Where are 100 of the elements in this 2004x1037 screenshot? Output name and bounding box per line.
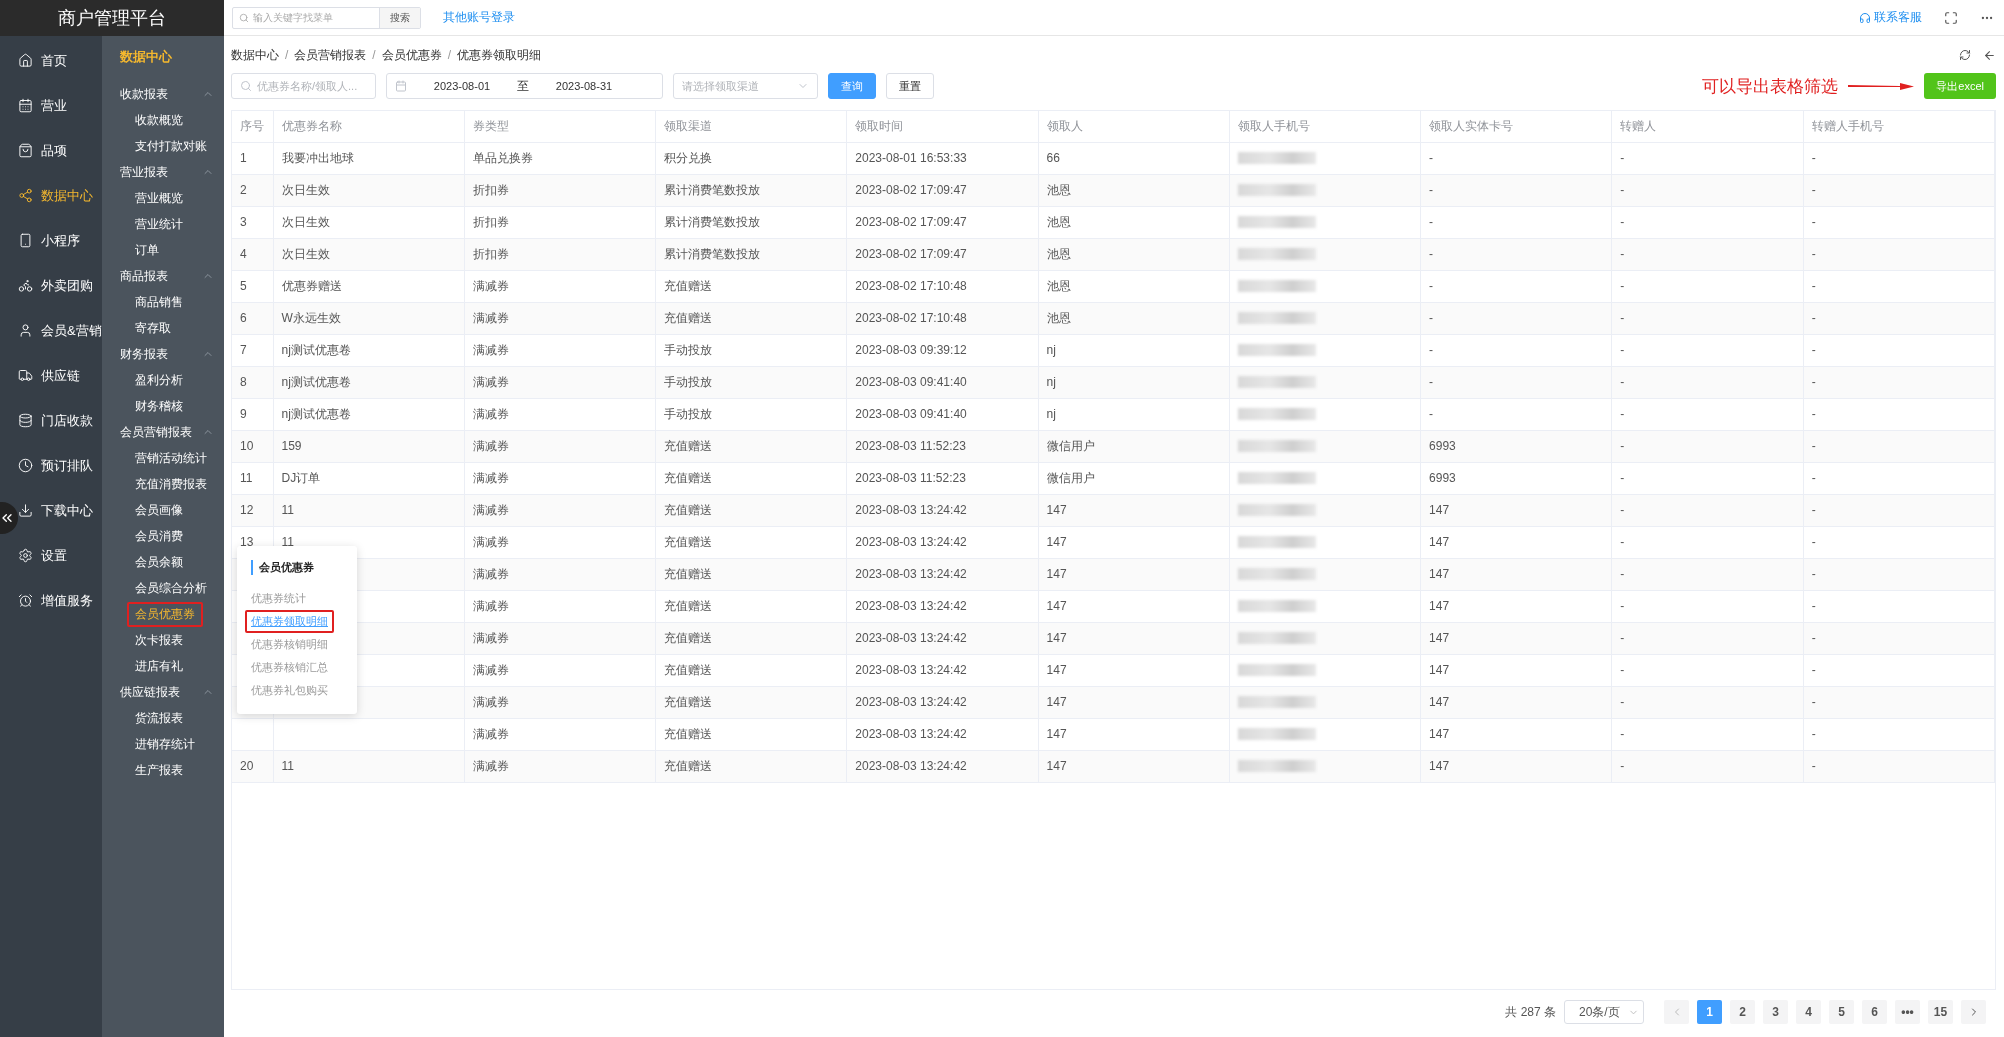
menu-group[interactable]: 供应链报表 bbox=[102, 679, 224, 705]
breadcrumb-item[interactable]: 会员优惠券 bbox=[381, 46, 442, 64]
user-icon bbox=[18, 323, 33, 338]
menu-item[interactable]: 盈利分析 bbox=[127, 367, 191, 393]
table-cell: - bbox=[1811, 439, 1816, 453]
calendar-icon bbox=[395, 80, 407, 92]
table-cell: 充值赠送 bbox=[664, 502, 713, 517]
nav-item[interactable]: 外卖团购 bbox=[18, 263, 102, 308]
nav-item[interactable]: 预订排队 bbox=[18, 443, 102, 488]
column-header: 优惠券名称 bbox=[273, 111, 465, 142]
table-cell: 147 bbox=[1429, 759, 1450, 773]
table-cell: 满减券 bbox=[472, 310, 509, 325]
menu-group[interactable]: 收款报表 bbox=[102, 81, 224, 107]
nav-item[interactable]: 品项 bbox=[18, 128, 102, 173]
table-cell: 满减券 bbox=[472, 374, 509, 389]
page-button[interactable]: ••• bbox=[1895, 1000, 1920, 1024]
menu-search-field[interactable]: 输入关键字找菜单 搜索 bbox=[232, 6, 421, 29]
table-cell: 充值赠送 bbox=[664, 566, 713, 581]
menu-item[interactable]: 支付打款对账 bbox=[127, 133, 215, 159]
menu-group[interactable]: 财务报表 bbox=[102, 341, 224, 367]
menu-item[interactable]: 进店有礼 bbox=[127, 653, 191, 679]
menu-item[interactable]: 充值消费报表 bbox=[127, 471, 215, 497]
menu-item[interactable]: 寄存取 bbox=[127, 315, 179, 341]
table-cell: 次日生效 bbox=[281, 214, 330, 229]
menu-item[interactable]: 会员消费 bbox=[127, 523, 191, 549]
nav-item[interactable]: 数据中心 bbox=[18, 173, 102, 218]
back-arrow-icon[interactable] bbox=[1983, 48, 1996, 62]
reset-button[interactable]: 重置 bbox=[886, 73, 934, 99]
date-range-field[interactable]: 2023-08-01 至 2023-08-31 bbox=[386, 73, 663, 99]
table-cell: - bbox=[1620, 663, 1625, 677]
breadcrumb-item[interactable]: 会员营销报表 bbox=[294, 46, 367, 64]
nav-item[interactable]: 下载中心 bbox=[18, 488, 102, 533]
page-button[interactable]: 5 bbox=[1829, 1000, 1854, 1024]
section-title: 数据中心 bbox=[119, 48, 173, 66]
menu-item[interactable]: 商品销售 bbox=[127, 289, 191, 315]
nav-item[interactable]: 设置 bbox=[18, 533, 102, 578]
table-cell: 2023-08-03 09:41:40 bbox=[855, 375, 967, 389]
breadcrumb-item[interactable]: 优惠券领取明细 bbox=[457, 46, 542, 64]
menu-item[interactable]: 会员画像 bbox=[127, 497, 191, 523]
table-cell: - bbox=[1811, 279, 1816, 293]
nav-item[interactable]: 门店收款 bbox=[18, 398, 102, 443]
menu-item[interactable]: 次卡报表 bbox=[127, 627, 191, 653]
menu-group[interactable]: 营业报表 bbox=[102, 159, 224, 185]
column-header: 领取人实体卡号 bbox=[1420, 111, 1612, 142]
page-button[interactable]: 3 bbox=[1763, 1000, 1788, 1024]
page-button[interactable]: 4 bbox=[1796, 1000, 1821, 1024]
nav-item[interactable]: 增值服务 bbox=[18, 578, 102, 623]
table-cell: 积分兑换 bbox=[664, 150, 713, 165]
table-cell: 充值赠送 bbox=[664, 278, 713, 293]
table-cell: 2023-08-03 09:41:40 bbox=[855, 407, 967, 421]
nav-item[interactable]: 供应链 bbox=[18, 353, 102, 398]
table-cell: 折扣券 bbox=[472, 182, 509, 197]
table-cell: 1 bbox=[240, 151, 247, 165]
table-cell: 159 bbox=[281, 439, 302, 453]
menu-item[interactable]: 营销活动统计 bbox=[127, 445, 215, 471]
support-link[interactable]: 联系客服 bbox=[1859, 9, 1922, 26]
table-cell: - bbox=[1811, 151, 1816, 165]
table-cell: 折扣券 bbox=[472, 246, 509, 261]
table-cell: 2023-08-02 17:09:47 bbox=[855, 247, 967, 261]
menu-group[interactable]: 会员营销报表 bbox=[102, 419, 224, 445]
menu-item[interactable]: 营业概览 bbox=[127, 185, 191, 211]
table-cell: 2023-08-03 11:52:23 bbox=[855, 439, 966, 453]
menu-item[interactable]: 营业统计 bbox=[127, 211, 191, 237]
menu-item[interactable]: 进销存统计 bbox=[127, 731, 203, 757]
table-cell: 充值赠送 bbox=[664, 662, 713, 677]
menu-item[interactable]: 生产报表 bbox=[127, 757, 191, 783]
page-size-select[interactable]: 20条/页 bbox=[1564, 1000, 1644, 1024]
breadcrumb-item[interactable]: 数据中心 bbox=[231, 46, 279, 64]
nav-item[interactable]: 会员&营销 bbox=[18, 308, 102, 353]
table-cell: 11 bbox=[281, 535, 294, 549]
search-button[interactable]: 搜索 bbox=[379, 7, 420, 28]
breadcrumb-separator: / bbox=[285, 48, 289, 62]
page-button[interactable]: 6 bbox=[1862, 1000, 1887, 1024]
nav-item[interactable]: 首页 bbox=[18, 38, 102, 83]
table-cell: 147 bbox=[1429, 631, 1450, 645]
menu-item[interactable]: 收款概览 bbox=[127, 107, 191, 133]
table-cell: - bbox=[1429, 215, 1434, 229]
menu-item[interactable]: 会员余额 bbox=[127, 549, 191, 575]
menu-group[interactable]: 商品报表 bbox=[102, 263, 224, 289]
menu-item[interactable]: 会员优惠券 bbox=[127, 601, 203, 627]
table-cell: 充值赠送 bbox=[664, 438, 713, 453]
table-cell: 满减券 bbox=[472, 630, 509, 645]
menu-item[interactable]: 会员综合分析 bbox=[127, 575, 215, 601]
nav-item[interactable]: 小程序 bbox=[18, 218, 102, 263]
table-cell: - bbox=[1620, 407, 1625, 421]
menu-item[interactable]: 订单 bbox=[127, 237, 167, 263]
page-button[interactable]: 2 bbox=[1730, 1000, 1755, 1024]
table-cell: 8 bbox=[240, 375, 247, 389]
column-header: 领取人 bbox=[1038, 111, 1230, 142]
menu-item[interactable]: 货流报表 bbox=[127, 705, 191, 731]
page-button[interactable]: 15 bbox=[1928, 1000, 1953, 1024]
refresh-icon[interactable] bbox=[1959, 49, 1971, 61]
nav-item[interactable]: 营业 bbox=[18, 83, 102, 128]
table-cell: 满减券 bbox=[472, 566, 509, 581]
fullscreen-icon[interactable] bbox=[1944, 10, 1958, 25]
account-link[interactable]: 其他账号登录 bbox=[443, 9, 515, 26]
table-cell: 池恩 bbox=[1046, 310, 1071, 325]
menu-item[interactable]: 财务稽核 bbox=[127, 393, 191, 419]
table-cell: 6993 bbox=[1429, 439, 1456, 453]
table-cell: 充值赠送 bbox=[664, 534, 713, 549]
